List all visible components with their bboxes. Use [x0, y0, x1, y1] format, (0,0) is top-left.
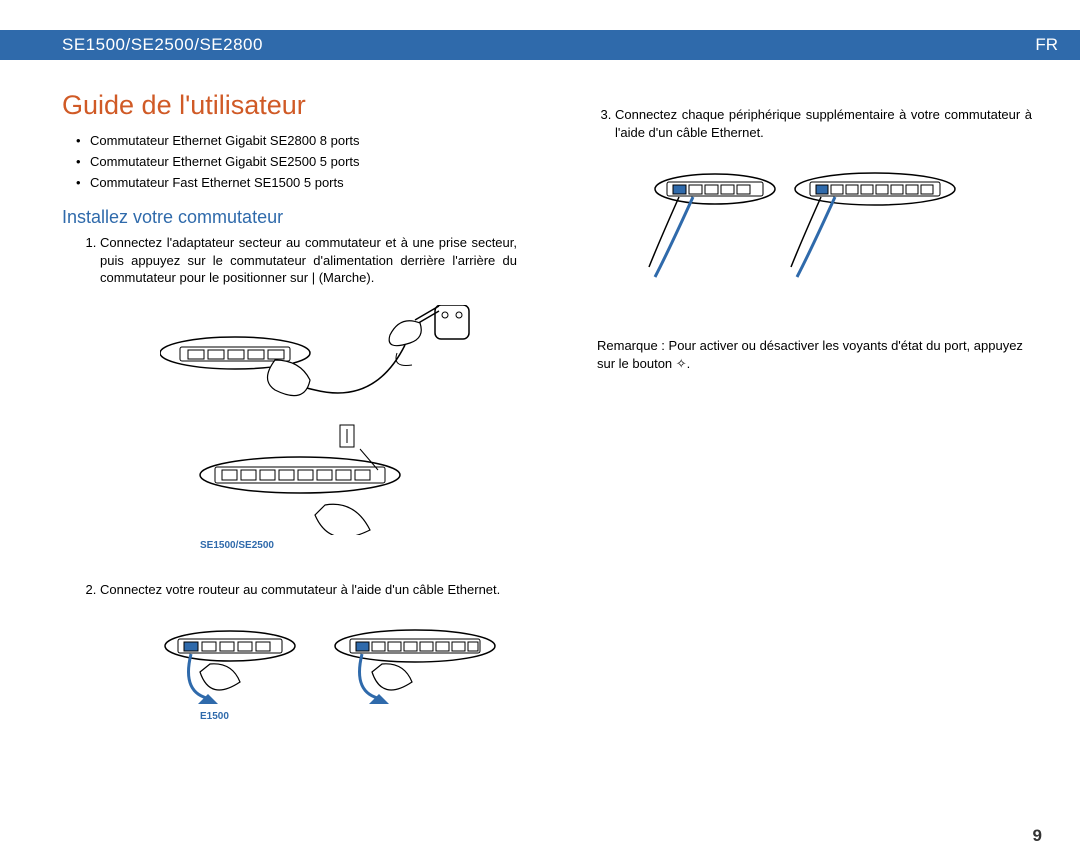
- figure-caption: SE1500/SE2500: [200, 539, 517, 553]
- page-number: 9: [1033, 826, 1042, 846]
- step-1: Connectez l'adaptateur secteur au commut…: [100, 234, 527, 552]
- right-column: Connectez chaque périphérique supplément…: [577, 90, 1042, 752]
- step-3: Connectez chaque périphérique supplément…: [615, 106, 1042, 289]
- figure-caption: E1500: [200, 710, 517, 724]
- figure-power: SE1500/SE2500: [160, 305, 517, 553]
- product-list: Commutateur Ethernet Gigabit SE2800 8 po…: [62, 131, 527, 193]
- step-2: Connectez votre routeur au commutateur à…: [100, 581, 527, 724]
- section-heading: Installez votre commutateur: [62, 207, 527, 228]
- list-item: Commutateur Ethernet Gigabit SE2800 8 po…: [90, 131, 527, 152]
- page-body: Guide de l'utilisateur Commutateur Ether…: [0, 60, 1080, 752]
- note-text: Remarque : Pour activer ou désactiver le…: [577, 337, 1042, 372]
- list-item: Commutateur Ethernet Gigabit SE2500 5 po…: [90, 152, 527, 173]
- steps-list-continued: Connectez chaque périphérique supplément…: [577, 106, 1042, 289]
- step-text: Connectez chaque périphérique supplément…: [615, 107, 1032, 140]
- model-label: SE1500/SE2500/SE2800: [62, 35, 263, 55]
- page-title: Guide de l'utilisateur: [62, 90, 527, 121]
- figure-devices: [645, 159, 1032, 289]
- power-connection-illustration: [160, 305, 480, 535]
- step-text: Connectez l'adaptateur secteur au commut…: [100, 235, 517, 285]
- steps-list: Connectez l'adaptateur secteur au commut…: [62, 234, 527, 723]
- lang-label: FR: [1035, 35, 1058, 55]
- device-connection-illustration: [645, 159, 965, 289]
- doc-header: SE1500/SE2500/SE2800 FR: [0, 30, 1080, 60]
- left-column: Guide de l'utilisateur Commutateur Ether…: [62, 90, 527, 752]
- router-connection-illustration: [160, 616, 500, 706]
- step-text: Connectez votre routeur au commutateur à…: [100, 582, 500, 597]
- list-item: Commutateur Fast Ethernet SE1500 5 ports: [90, 173, 527, 194]
- figure-ethernet-router: E1500: [160, 616, 517, 724]
